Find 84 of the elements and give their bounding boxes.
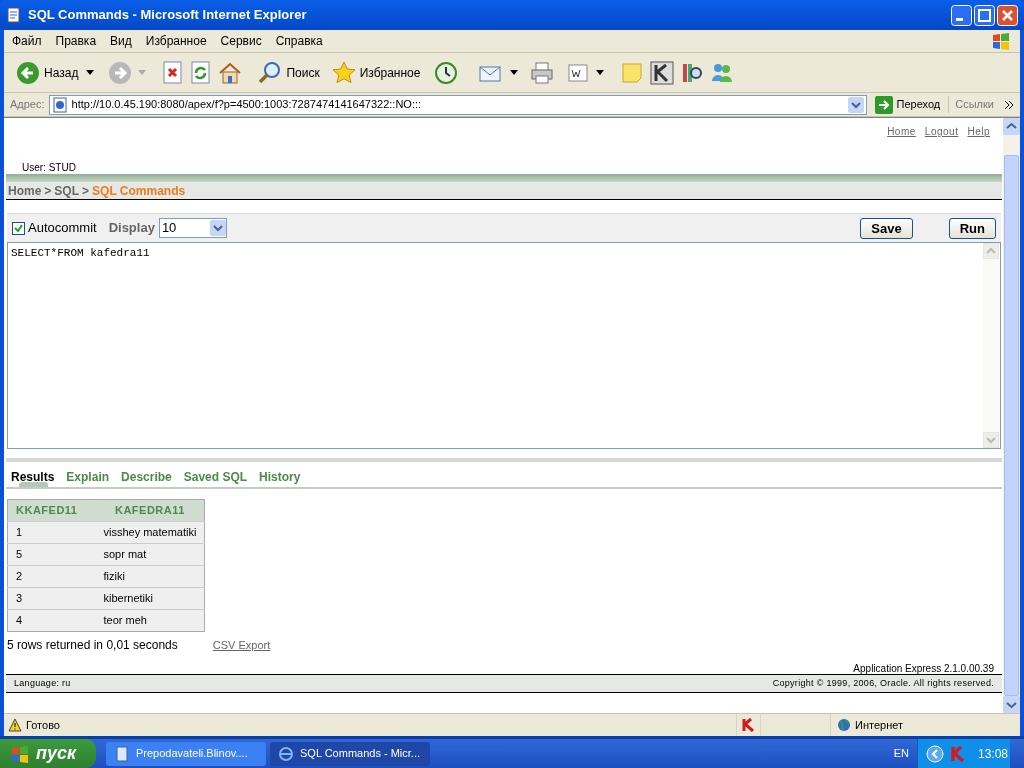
results-tab[interactable]: Describe [121,468,172,487]
history-clock-icon[interactable] [434,60,459,85]
magnifier-icon [258,60,283,85]
breadcrumb-link[interactable]: SQL [54,181,80,200]
k-logo-icon[interactable] [650,60,675,85]
breadcrumb-link[interactable]: Home [8,181,42,200]
table-cell: 5 [7,543,96,566]
version-text: Application Express 2.1.0.00.39 [852,662,995,674]
table-cell: kibernetiki [95,587,205,610]
menu-item[interactable]: Вид [110,32,132,50]
results-tab[interactable]: Explain [66,468,110,487]
checkmark-icon [14,223,23,233]
warning-icon [8,718,22,732]
favorites-button[interactable]: Избранное [331,60,421,85]
go-button[interactable]: Переход [870,95,945,114]
windows-flag-icon [990,31,1012,51]
header-link[interactable]: Help [967,124,990,139]
vertical-scrollbar[interactable] [1003,118,1020,713]
breadcrumb-separator: > [44,182,52,200]
results-tab[interactable]: History [259,468,301,487]
menu-item[interactable]: Справка [275,32,323,50]
copyright-text: Copyright © 1999, 2006, Oracle. All rights reserved. [772,676,994,690]
menu-item[interactable]: Правка [55,32,97,50]
table-cell: 4 [7,609,96,632]
home-icon[interactable] [218,60,243,85]
sql-save-button[interactable]: Save [860,217,913,239]
sql-editor[interactable]: SELECT*FROM kafedra11 [7,242,1001,449]
table-cell: visshey matematiki [95,521,205,544]
table-cell: sopr mat [95,543,205,566]
maximize-icon[interactable] [974,4,995,26]
autocommit-checkbox[interactable]: Autocommit [12,218,97,238]
display-select[interactable]: 10 [158,218,227,238]
k-logo-icon[interactable] [741,718,756,732]
table-cell: 3 [7,587,96,610]
address-field[interactable]: http://10.0.45.190:8080/apex/f?p=4500:1003:7287474141647322::NO::: [48,94,867,115]
language-indicator[interactable]: EN [893,745,909,762]
star-icon [331,60,356,85]
taskbar-button[interactable]: Prepodavateli.Blinov.... [106,741,266,766]
minimize-icon[interactable] [951,4,972,26]
results-tab[interactable]: Results [11,468,55,487]
links-label[interactable]: Ссылки [948,96,1000,113]
user-label: User: STUD [21,161,77,174]
table-cell: 2 [7,565,96,588]
globe-icon [837,718,851,732]
search-button[interactable]: Поиск [258,60,320,85]
menu-item[interactable]: Сервис [220,32,262,50]
back-button[interactable]: Назад [14,60,81,85]
window-title: SQL Commands - Microsoft Internet Explorer [28,6,308,25]
menu-item[interactable]: Файл [12,32,42,50]
stop-icon[interactable] [162,60,185,85]
status-text: Готово [26,717,60,733]
sql-run-button[interactable]: Run [948,217,996,239]
windows-flag-icon [10,743,30,764]
dropdown-caret-icon[interactable] [510,69,519,76]
taskbar-button[interactable]: SQL Commands - Micr... [270,741,430,766]
close-icon[interactable] [997,4,1018,26]
scroll-up-icon[interactable] [1003,118,1020,135]
table-cell: teor meh [95,609,205,632]
dropdown-caret-icon[interactable] [596,69,605,76]
document-icon [114,745,130,762]
breadcrumb-separator: > [82,182,90,200]
address-label: Адрес: [10,97,45,113]
header-link[interactable]: Home [887,124,916,139]
rows-summary: 5 rows returned in 0,01 seconds [7,637,178,654]
csv-export-link[interactable]: CSV Export [212,636,271,654]
clock: 13:08 [977,745,1009,763]
chevron-icon[interactable] [1004,99,1014,110]
table-cell: fiziki [95,565,205,588]
scroll-down-icon[interactable] [1003,696,1020,713]
browser-icon [278,745,294,762]
results-tab[interactable]: Saved SQL [183,468,248,487]
page-icon [51,96,68,113]
table-cell: 1 [7,521,96,544]
display-label: Display [108,219,155,238]
start-button[interactable]: пуск [0,739,96,768]
menu-item[interactable]: Избранное [145,32,207,50]
dropdown-caret-icon[interactable] [86,69,95,76]
chevron-left-icon[interactable] [925,744,944,763]
language-label: Language: ru [14,676,71,690]
security-zone-label: Интернет [855,717,903,733]
refresh-icon[interactable] [190,60,213,85]
header-link[interactable]: Logout [924,124,959,139]
printer-icon[interactable] [530,60,555,85]
page-icon [6,7,22,23]
